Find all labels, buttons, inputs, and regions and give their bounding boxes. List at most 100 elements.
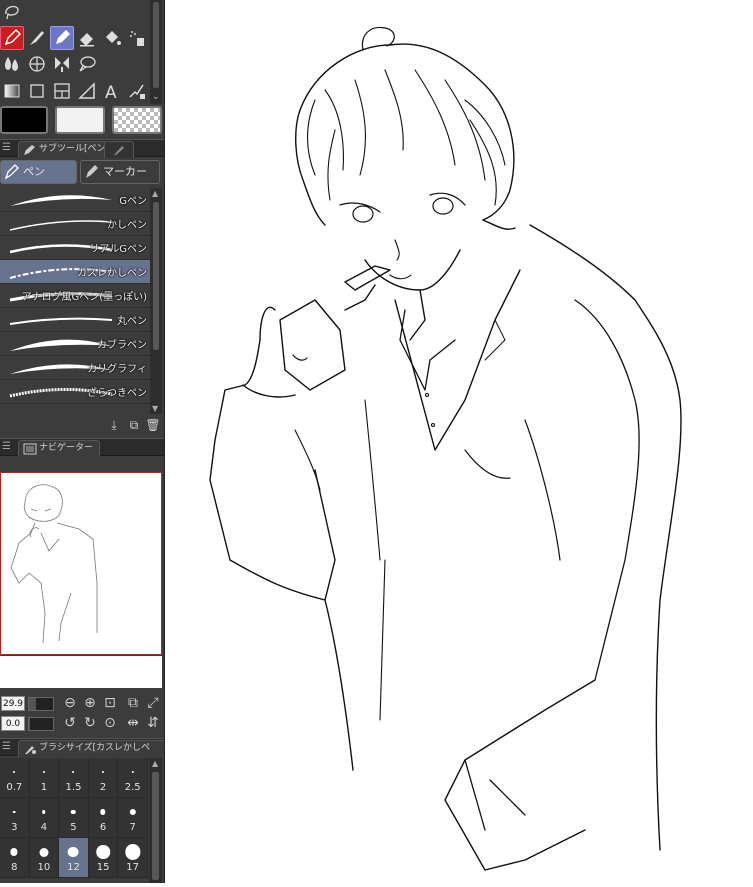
navigator-tab-icon — [23, 443, 37, 455]
brush-size-cell[interactable]: 2 — [88, 758, 119, 798]
brush-item-kasure-kashi-pen[interactable]: カスレかしペン — [0, 260, 150, 284]
actual-size-icon[interactable]: ⊡ — [101, 694, 119, 712]
download-icon[interactable]: ⤓ — [106, 417, 122, 433]
brush-item-calligraphy[interactable]: カリグラフィ — [0, 356, 150, 380]
brush-size-tab-icon — [25, 746, 36, 754]
brush-list: Gペン かしペン リアルGペン カスレかしペン アナログ風Gペン(墨っぽい) 丸… — [0, 188, 150, 414]
pen-pressure-icon[interactable] — [50, 26, 74, 50]
rotation-slider[interactable] — [28, 717, 54, 731]
brush-item-zaratsuki-pen[interactable]: ざらつきペン — [0, 380, 150, 404]
brush-list-scrollbar[interactable]: ▲ ▼ — [150, 188, 162, 414]
brush-size-dot — [96, 845, 110, 859]
navigator-thumbnail — [10, 484, 98, 644]
ruler-icon[interactable] — [75, 79, 99, 103]
panel-menu-icon[interactable]: ☰ — [2, 142, 11, 153]
brush-size-cell[interactable]: 6 — [88, 798, 119, 838]
tab-brush-size[interactable]: ブラシサイズ[カスレかしペン] — [18, 740, 164, 768]
text-icon[interactable]: A — [100, 79, 124, 103]
toolbar-scrollbar[interactable]: ⌄ — [150, 0, 162, 104]
brush-size-dot — [71, 809, 76, 815]
tab-subtool[interactable]: サブツール[ペン] — [18, 141, 117, 158]
brush-size-grid: 0.7 1 1.5 2 2.5 3 4 5 6 7 8 10 12 15 17 — [0, 758, 148, 883]
rect-select-icon[interactable] — [25, 79, 49, 103]
brush-size-label: 0.7 — [6, 782, 23, 793]
subtool-tab-label: サブツール[ペン] — [39, 144, 110, 154]
flip-horizontal-icon[interactable]: ⇹ — [124, 714, 142, 732]
reset-rotation-icon[interactable]: ⊙ — [101, 714, 119, 732]
brush-item-maru-pen[interactable]: 丸ペン — [0, 308, 150, 332]
brush-size-cell[interactable]: 5 — [59, 798, 89, 838]
sub-color-swatch[interactable] — [55, 106, 105, 134]
drawing-canvas[interactable] — [165, 0, 753, 883]
tab-secondary[interactable] — [104, 141, 134, 158]
mesh-icon[interactable] — [25, 52, 49, 76]
frame-icon[interactable] — [50, 79, 74, 103]
pen-group-icon — [4, 164, 19, 180]
zoom-out-icon[interactable]: ⊖ — [61, 694, 79, 712]
brush-size-label: 15 — [96, 862, 110, 873]
brush-item-real-g-pen[interactable]: リアルGペン — [0, 236, 150, 260]
brush-item-kabura-pen[interactable]: カブラペン — [0, 332, 150, 356]
brush-item-kashi-pen[interactable]: かしペン — [0, 212, 150, 236]
brush-size-label: 7 — [129, 822, 136, 833]
zoom-in-icon[interactable]: ⊕ — [81, 694, 99, 712]
brush-item-label: Gペン — [119, 196, 147, 207]
brush-size-cell[interactable]: 1 — [29, 758, 60, 798]
navigator-empty-area — [0, 656, 162, 688]
brush-size-cell[interactable]: 10 — [29, 838, 60, 878]
brush-size-cell[interactable]: 3 — [0, 798, 30, 838]
trash-icon[interactable]: 🗑 — [145, 417, 161, 433]
fill-icon[interactable] — [100, 26, 124, 50]
group-tab-label: ペン — [23, 165, 45, 178]
panel-menu-icon[interactable]: ☰ — [2, 741, 11, 752]
brush-item-label: ざらつきペン — [87, 388, 147, 399]
transparent-color-swatch[interactable] — [112, 106, 162, 134]
pen-tool-icon[interactable] — [0, 26, 24, 50]
blend-icon[interactable] — [0, 52, 24, 76]
brush-size-cell[interactable]: 8 — [0, 838, 30, 878]
brush-size-scrollbar[interactable]: ▲ — [149, 758, 162, 883]
navigator-panel-header: ☰ ナビゲーター — [0, 438, 164, 457]
brush-size-dot — [131, 770, 134, 774]
toolbar-row-3: A — [0, 79, 150, 103]
rotate-left-icon[interactable]: ↺ — [61, 714, 79, 732]
main-color-swatch[interactable] — [0, 106, 48, 134]
gradient-icon[interactable] — [0, 79, 24, 103]
brush-size-label: 12 — [67, 862, 80, 873]
brush-item-label: 丸ペン — [117, 316, 147, 327]
brush-size-dot — [42, 771, 45, 773]
brush-size-cell[interactable]: 15 — [88, 838, 119, 878]
brush-size-dot — [12, 810, 16, 814]
flip-vertical-icon[interactable]: ⇵ — [144, 714, 162, 732]
airbrush-icon[interactable] — [125, 26, 149, 50]
group-tab-pen[interactable]: ペン — [0, 160, 77, 184]
zoom-field[interactable]: 29.9 — [1, 696, 25, 711]
brush-size-dot — [125, 844, 141, 860]
brush-size-cell[interactable]: 7 — [118, 798, 148, 838]
brush-item-g-pen[interactable]: Gペン — [0, 188, 150, 212]
zoom-slider[interactable] — [28, 697, 54, 711]
brush-size-dot — [72, 771, 75, 773]
brush-size-cell[interactable]: 2.5 — [118, 758, 148, 798]
figure-icon[interactable] — [50, 52, 74, 76]
tab-navigator[interactable]: ナビゲーター — [18, 440, 101, 457]
eraser-icon[interactable] — [75, 26, 99, 50]
navigator-preview[interactable] — [0, 472, 162, 655]
duplicate-icon[interactable]: ⧉ — [126, 417, 142, 433]
brush-tool-icon[interactable] — [25, 26, 49, 50]
brush-size-cell[interactable]: 4 — [29, 798, 60, 838]
brush-size-cell[interactable]: 0.7 — [0, 758, 30, 798]
brush-size-cell[interactable]: 17 — [118, 838, 148, 878]
rotate-right-icon[interactable]: ↻ — [81, 714, 99, 732]
lasso-select-icon[interactable] — [0, 0, 24, 24]
group-tab-marker[interactable]: マーカー — [80, 160, 160, 184]
expand-icon[interactable]: ⤢ — [144, 694, 162, 712]
brush-size-cell[interactable]: 12 — [59, 838, 89, 878]
rotation-field[interactable]: 0.0 — [1, 716, 25, 731]
operation-icon[interactable] — [125, 79, 149, 103]
brush-size-cell[interactable]: 1.5 — [59, 758, 89, 798]
panel-menu-icon[interactable]: ☰ — [2, 441, 11, 452]
brush-item-analog-g-pen[interactable]: アナログ風Gペン(墨っぽい) — [0, 284, 150, 308]
fit-window-icon[interactable]: ⧉ — [124, 694, 142, 712]
balloon-icon[interactable] — [75, 52, 99, 76]
